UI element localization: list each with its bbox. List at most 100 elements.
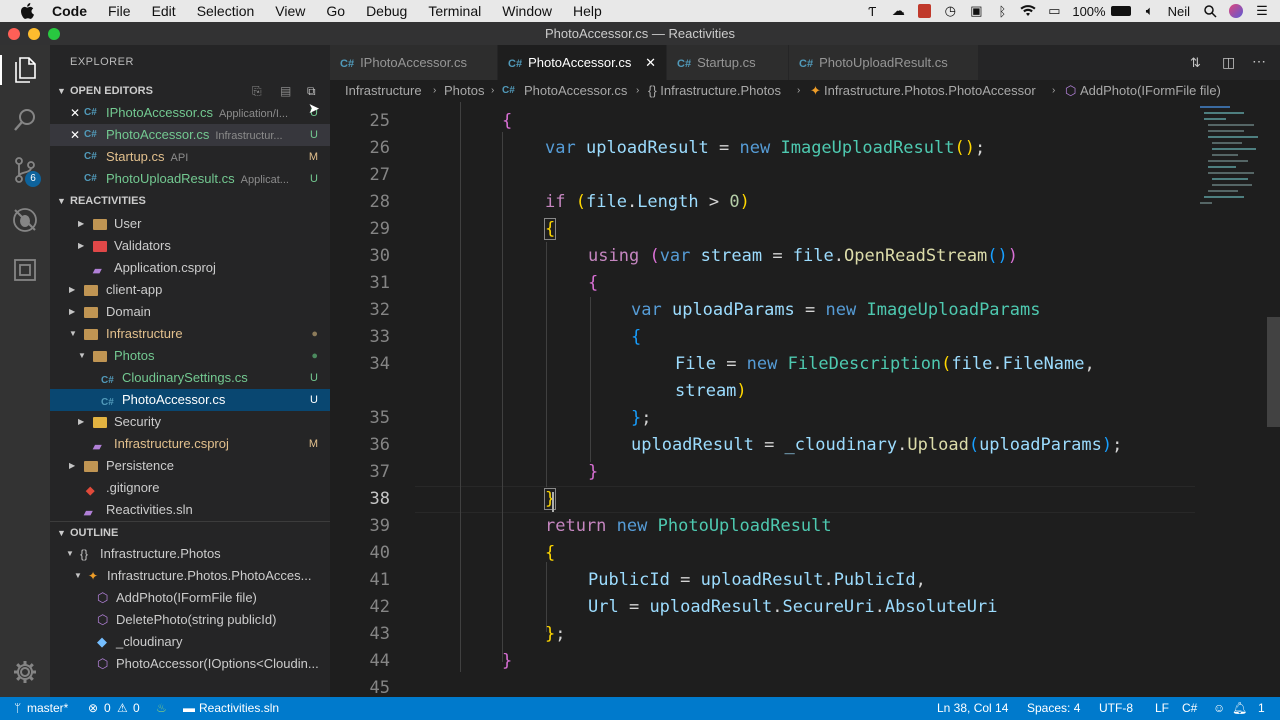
battery-icon[interactable]	[1110, 4, 1132, 18]
tree-file-reactivities-sln[interactable]: ▰ Reactivities.sln	[50, 499, 330, 521]
display-icon[interactable]: ▣	[968, 3, 984, 18]
time-machine-icon[interactable]: ◷	[942, 3, 958, 18]
explorer-icon[interactable]	[0, 55, 50, 85]
close-window-button[interactable]	[8, 28, 20, 40]
outline-item[interactable]: ▼ {} Infrastructure.Photos	[50, 543, 330, 565]
menu-window[interactable]: Window	[502, 3, 552, 19]
menu-help[interactable]: Help	[573, 3, 602, 19]
apple-icon[interactable]	[20, 3, 34, 19]
breadcrumb-item[interactable]: Photos	[444, 80, 484, 102]
tree-file-cloudinarysettings[interactable]: C# CloudinarySettings.cs U	[50, 367, 330, 389]
outline-item[interactable]: ▼ ✦ Infrastructure.Photos.PhotoAcces...	[50, 565, 330, 587]
debug-icon[interactable]	[10, 205, 40, 235]
flame-icon[interactable]: ♨	[156, 697, 167, 720]
wifi-icon[interactable]	[1020, 4, 1036, 18]
tree-folder-user[interactable]: ▶ User	[50, 213, 330, 235]
menu-file[interactable]: File	[108, 3, 131, 19]
more-actions-icon[interactable]: ⋯	[1252, 53, 1266, 70]
tree-folder-security[interactable]: ▶ Security	[50, 411, 330, 433]
error-count[interactable]: 0	[104, 697, 111, 720]
open-editor-item[interactable]: C# PhotoUploadResult.cs Applicat... U	[50, 168, 330, 190]
open-editor-item[interactable]: ✕ C# PhotoAccessor.cs Infrastructur... U	[50, 124, 330, 146]
tree-folder-validators[interactable]: ▶ Validators	[50, 235, 330, 257]
menu-debug[interactable]: Debug	[366, 3, 407, 19]
tree-folder-client-app[interactable]: ▶ client-app	[50, 279, 330, 301]
outline-item[interactable]: ◆ _cloudinary	[50, 631, 330, 653]
warning-count[interactable]: 0	[133, 697, 140, 720]
project-header[interactable]: ▼ REACTIVITIES	[50, 190, 330, 212]
open-editor-item[interactable]: C# Startup.cs API M	[50, 146, 330, 168]
cloud-icon[interactable]: ☁	[890, 3, 906, 18]
tree-folder-photos[interactable]: ▼ Photos ●	[50, 345, 330, 367]
volume-icon[interactable]: 🔈︎	[1142, 3, 1158, 18]
tab-startup[interactable]: C# Startup.cs	[667, 45, 788, 80]
menu-app-name[interactable]: Code	[52, 3, 87, 19]
save-all-icon[interactable]: ▤	[280, 84, 291, 98]
indent-guide	[590, 297, 591, 462]
extensions-icon[interactable]	[10, 255, 40, 285]
notification-center-icon[interactable]: ☰	[1254, 3, 1270, 18]
search-icon[interactable]	[10, 105, 40, 135]
close-tab-icon[interactable]: ✕	[645, 45, 656, 80]
red-app-icon[interactable]	[916, 4, 932, 18]
editor-scrollbar-thumb[interactable]	[1267, 317, 1280, 427]
file-encoding[interactable]: UTF-8	[1099, 697, 1133, 720]
bluetooth-icon[interactable]: ᛒ	[994, 4, 1010, 19]
outline-item[interactable]: ⬡ DeletePhoto(string publicId)	[50, 609, 330, 631]
open-editor-item[interactable]: ✕ C# IPhotoAccessor.cs Application/I... U	[50, 102, 330, 124]
minimize-window-button[interactable]	[28, 28, 40, 40]
git-file-icon: ◆	[86, 485, 95, 497]
typora-icon[interactable]: Ƭ	[864, 4, 880, 19]
csharp-file-icon: C#	[84, 151, 97, 162]
menu-selection[interactable]: Selection	[197, 3, 255, 19]
close-icon[interactable]: ✕	[70, 102, 80, 124]
airplay-icon[interactable]: ▭	[1046, 3, 1062, 18]
code-line: };	[631, 408, 652, 428]
breadcrumb-item[interactable]: {} Infrastructure.Photos	[648, 80, 781, 102]
open-changes-icon[interactable]: ⇅	[1190, 55, 1201, 71]
breadcrumb-item[interactable]: Infrastructure	[345, 80, 422, 102]
cursor-position[interactable]: Ln 38, Col 14	[937, 697, 1008, 720]
tree-file-gitignore[interactable]: ◆ .gitignore	[50, 477, 330, 499]
split-editor-icon[interactable]: ◫	[1222, 54, 1235, 71]
menu-go[interactable]: Go	[326, 3, 345, 19]
settings-gear-icon[interactable]	[10, 657, 40, 687]
minimap[interactable]	[1192, 102, 1270, 212]
tree-file-infrastructure-csproj[interactable]: ▰ Infrastructure.csproj M	[50, 433, 330, 455]
line-ending[interactable]: LF	[1155, 697, 1169, 720]
menu-view[interactable]: View	[275, 3, 305, 19]
tree-folder-persistence[interactable]: ▶ Persistence	[50, 455, 330, 477]
new-file-icon[interactable]: ⎘	[252, 84, 262, 99]
outline-item[interactable]: ⬡ PhotoAccessor(IOptions<Cloudin...	[50, 653, 330, 675]
spotlight-search-icon[interactable]	[1202, 4, 1218, 18]
menu-edit[interactable]: Edit	[152, 3, 176, 19]
outline-header[interactable]: ▼ OUTLINE	[50, 521, 330, 543]
tab-iphotoaccessor[interactable]: C# IPhotoAccessor.cs	[330, 45, 497, 80]
breadcrumb-item[interactable]: AddPhoto(IFormFile file)	[1080, 80, 1221, 102]
tree-file-application-csproj[interactable]: ▰ Application.csproj	[50, 257, 330, 279]
breadcrumb-item[interactable]: PhotoAccessor.cs	[524, 80, 627, 102]
close-icon[interactable]: ✕	[70, 124, 80, 146]
menu-terminal[interactable]: Terminal	[428, 3, 481, 19]
tab-photoaccessor[interactable]: C# PhotoAccessor.cs ✕	[498, 45, 666, 80]
feedback-smiley-icon[interactable]: ☺	[1213, 697, 1225, 720]
csproj-file-icon: ▰	[93, 265, 102, 277]
git-branch[interactable]: master*	[27, 697, 68, 720]
code-editor[interactable]: 25 26 27 28 29 30 31 32 33 34 35 36 37 3…	[330, 102, 1280, 697]
language-mode[interactable]: C#	[1182, 697, 1197, 720]
outline-item[interactable]: ⬡ AddPhoto(IFormFile file)	[50, 587, 330, 609]
tab-photouploadresult[interactable]: C# PhotoUploadResult.cs	[789, 45, 978, 80]
solution-name[interactable]: Reactivities.sln	[199, 697, 279, 720]
tree-folder-infrastructure[interactable]: ▼ Infrastructure ●	[50, 323, 330, 345]
indentation[interactable]: Spaces: 4	[1027, 697, 1080, 720]
close-all-icon[interactable]: ⧉	[307, 84, 316, 99]
bell-icon[interactable]: 🔔︎	[1232, 697, 1247, 720]
user-name[interactable]: Neil	[1168, 4, 1190, 19]
maximize-window-button[interactable]	[48, 28, 60, 40]
open-editor-name: PhotoAccessor.cs Infrastructur...	[106, 124, 283, 146]
siri-icon[interactable]	[1228, 4, 1244, 18]
tree-file-photoaccessor[interactable]: C# PhotoAccessor.cs U	[50, 389, 330, 411]
breadcrumb-item[interactable]: Infrastructure.Photos.PhotoAccessor	[824, 80, 1036, 102]
tree-label: Validators	[114, 238, 171, 253]
tree-folder-domain[interactable]: ▶ Domain	[50, 301, 330, 323]
